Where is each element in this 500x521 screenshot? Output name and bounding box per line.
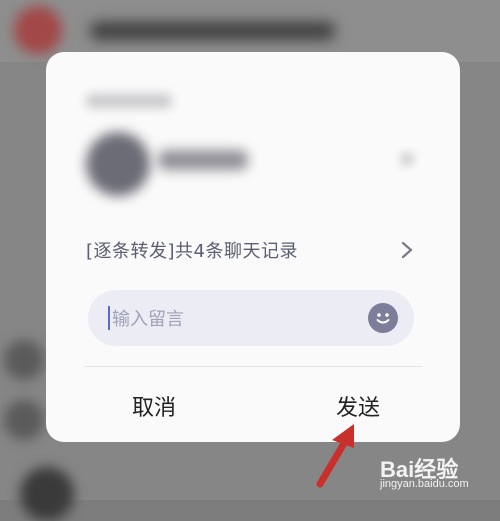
- dialog-divider: [84, 366, 422, 367]
- background-avatar: [4, 400, 44, 440]
- background-avatar: [20, 467, 74, 521]
- message-box: [88, 290, 414, 346]
- recipient-name-blur: [158, 150, 248, 170]
- forwarded-records-text: [逐条转发]共4条聊天记录: [86, 241, 298, 262]
- background-avatar: [14, 6, 62, 54]
- smiley-face-icon[interactable]: [368, 303, 398, 333]
- background-title-blur: [90, 22, 335, 40]
- chevron-right-icon: [398, 241, 416, 259]
- cancel-button[interactable]: 取消: [124, 386, 184, 426]
- background-avatar: [4, 340, 44, 380]
- watermark-logo: Bai经验 jingyan.baidu.com: [380, 452, 496, 496]
- share-dialog: [逐条转发]共4条聊天记录 取消 发送: [46, 52, 460, 442]
- message-input[interactable]: [110, 302, 354, 336]
- recipient-section-blurred: [46, 52, 460, 222]
- watermark-site: jingyan.baidu.com: [380, 478, 469, 490]
- recipient-label-blur: [86, 94, 172, 108]
- recipient-avatar: [86, 132, 150, 196]
- recipient-chevron-blur: [400, 152, 414, 166]
- forwarded-records-row[interactable]: [逐条转发]共4条聊天记录: [86, 230, 416, 270]
- red-arrow-annotation: [316, 424, 354, 488]
